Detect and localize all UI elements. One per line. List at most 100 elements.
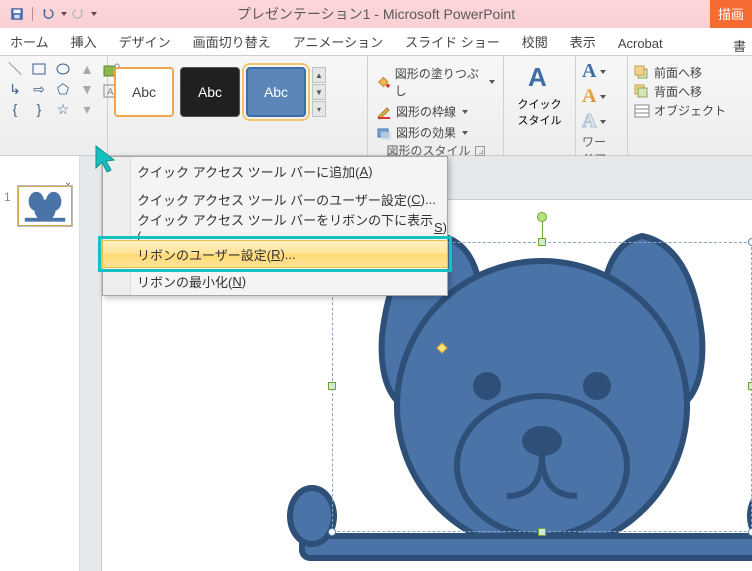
send-back-icon <box>634 84 650 100</box>
tab-slideshow[interactable]: スライド ショー <box>405 32 500 55</box>
text-effects-button[interactable]: A <box>582 110 621 133</box>
shape-arrow-icon[interactable]: ⇨ <box>30 80 48 98</box>
shape-brace-right-icon[interactable]: } <box>30 100 48 118</box>
text-effects-icon: A <box>582 110 596 133</box>
quick-style-icon: A <box>524 62 556 94</box>
shape-effects-label: 図形の効果 <box>396 124 456 141</box>
selection-pane-button[interactable]: オブジェクト <box>634 102 746 119</box>
bring-front-label: 前面へ移 <box>654 64 702 81</box>
send-back-label: 背面へ移 <box>654 83 702 100</box>
tab-acrobat[interactable]: Acrobat <box>618 36 663 55</box>
group-quick-style: A クイック スタイル <box>504 56 576 155</box>
group-shape-format: 図形の塗りつぶし 図形の枠線 図形の効果 図形のスタイル <box>368 56 504 155</box>
text-fill-icon: A <box>582 60 596 83</box>
resize-handle-e[interactable] <box>748 382 752 390</box>
text-outline-button[interactable]: A <box>582 85 621 108</box>
gallery-scroll-down-icon[interactable]: ▼ <box>312 84 326 100</box>
tab-review[interactable]: 校閲 <box>522 32 548 55</box>
shape-effects-button[interactable]: 図形の効果 <box>374 123 497 142</box>
resize-handle-se[interactable] <box>748 528 752 536</box>
group-wordart-styles: A A A ワードアートのス… <box>576 56 628 155</box>
paint-bucket-icon <box>376 74 391 90</box>
group-insert-shapes: ＼ ▲ ↳ ⇨ ⬠ ▼ { } ☆ ▾ A <box>0 56 108 155</box>
shapes-more-icon[interactable]: ▾ <box>78 100 96 118</box>
resize-handle-s[interactable] <box>538 528 546 536</box>
ctx-add-to-qat[interactable]: クイック アクセス ツール バーに追加(A) <box>103 157 447 185</box>
pen-outline-icon <box>376 104 392 120</box>
dropdown-icon <box>462 110 468 114</box>
title-bar: プレゼンテーション1 - Microsoft PowerPoint 描画 <box>0 0 752 28</box>
save-icon[interactable] <box>10 7 24 21</box>
cursor-pointer-icon <box>94 144 120 174</box>
resize-handle-n[interactable] <box>538 238 546 246</box>
shape-line-icon[interactable]: ＼ <box>6 60 24 78</box>
contextual-tab-drawing[interactable]: 描画 <box>710 0 752 28</box>
quick-style-label: クイック スタイル <box>518 96 562 128</box>
shape-rect-icon[interactable] <box>30 60 48 78</box>
redo-icon[interactable] <box>71 7 85 21</box>
gallery-more-icon[interactable]: ▾ <box>312 101 326 117</box>
dialog-launcher-icon[interactable] <box>475 146 485 156</box>
style-swatch-2[interactable]: Abc <box>180 67 240 117</box>
slide-number: 1 <box>4 190 11 204</box>
text-fill-button[interactable]: A <box>582 60 621 83</box>
quick-style-button[interactable]: A クイック スタイル <box>510 60 569 130</box>
wordart-options: A A A <box>582 60 621 133</box>
quick-access-toolbar <box>10 7 97 21</box>
shapes-scroll-down-icon[interactable]: ▼ <box>78 80 96 98</box>
shape-brace-left-icon[interactable]: { <box>6 100 24 118</box>
shape-oval-icon[interactable] <box>54 60 72 78</box>
style-swatch-3-selected[interactable]: Abc <box>246 67 306 117</box>
dropdown-icon <box>600 120 606 124</box>
gallery-scroll-up-icon[interactable]: ▲ <box>312 67 326 83</box>
style-gallery-scroll: ▲ ▼ ▾ <box>312 67 326 117</box>
tab-extra[interactable]: 書 <box>733 36 746 55</box>
send-back-button[interactable]: 背面へ移 <box>634 83 746 100</box>
dropdown-icon <box>489 80 495 84</box>
effects-icon <box>376 125 392 141</box>
qat-separator <box>32 7 33 21</box>
tab-insert[interactable]: 挿入 <box>71 32 97 55</box>
group-arrange: 前面へ移 背面へ移 オブジェクト <box>628 56 752 155</box>
selection-pane-label: オブジェクト <box>654 102 726 119</box>
shape-outline-button[interactable]: 図形の枠線 <box>374 102 497 121</box>
shapes-scroll-up-icon[interactable]: ▲ <box>78 60 96 78</box>
tab-home[interactable]: ホーム <box>10 32 49 55</box>
shape-polygon-icon[interactable]: ⬠ <box>54 80 72 98</box>
window-title: プレゼンテーション1 - Microsoft PowerPoint <box>237 4 515 24</box>
shape-fill-button[interactable]: 図形の塗りつぶし <box>374 64 497 100</box>
ctx-customize-ribbon[interactable]: リボンのユーザー設定(R)... <box>102 240 448 268</box>
tab-view[interactable]: 表示 <box>570 32 596 55</box>
ctx-minimize-ribbon[interactable]: リボンの最小化(N) <box>103 267 447 295</box>
resize-handle-w[interactable] <box>328 382 336 390</box>
slide-thumbnail-1[interactable] <box>18 186 72 226</box>
tab-animation[interactable]: アニメーション <box>293 32 383 55</box>
shapes-gallery[interactable]: ＼ ▲ ↳ ⇨ ⬠ ▼ { } ☆ ▾ <box>6 60 98 118</box>
slide-thumbnail-panel: × 1 <box>0 156 80 571</box>
ruler-gutter <box>80 156 102 571</box>
shape-connector-icon[interactable]: ↳ <box>6 80 24 98</box>
bring-front-button[interactable]: 前面へ移 <box>634 64 746 81</box>
shape-fill-label: 図形の塗りつぶし <box>395 65 483 99</box>
ribbon-context-menu: クイック アクセス ツール バーに追加(A) クイック アクセス ツール バーの… <box>102 156 448 296</box>
ribbon-tabs: ホーム 挿入 デザイン 画面切り替え アニメーション スライド ショー 校閲 表… <box>0 28 752 56</box>
dropdown-icon <box>600 70 606 74</box>
qat-customize-dropdown-icon[interactable] <box>91 12 97 16</box>
tab-design[interactable]: デザイン <box>119 32 171 55</box>
dropdown-icon <box>462 131 468 135</box>
style-swatch-1[interactable]: Abc <box>114 67 174 117</box>
shape-outline-label: 図形の枠線 <box>396 103 456 120</box>
undo-icon[interactable] <box>41 7 55 21</box>
resize-handle-ne[interactable] <box>748 238 752 246</box>
svg-text:A: A <box>528 62 547 92</box>
tab-transition[interactable]: 画面切り替え <box>193 32 271 55</box>
rotation-handle[interactable] <box>537 212 547 222</box>
selection-pane-icon <box>634 103 650 119</box>
group-shape-styles: Abc Abc Abc ▲ ▼ ▾ <box>108 56 368 155</box>
undo-dropdown-icon[interactable] <box>61 12 67 16</box>
dropdown-icon <box>600 95 606 99</box>
shape-star-icon[interactable]: ☆ <box>54 100 72 118</box>
ctx-show-qat-below[interactable]: クイック アクセス ツール バーをリボンの下に表示(S) <box>103 213 447 241</box>
ctx-customize-qat[interactable]: クイック アクセス ツール バーのユーザー設定(C)... <box>103 185 447 213</box>
resize-handle-sw[interactable] <box>328 528 336 536</box>
